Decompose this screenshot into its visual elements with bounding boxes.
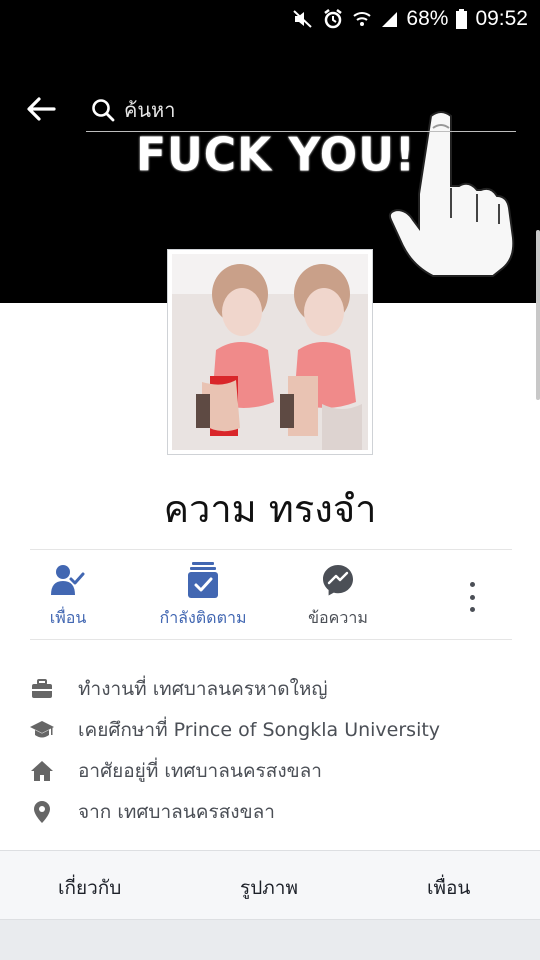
back-arrow-icon	[27, 97, 56, 121]
back-button[interactable]	[24, 94, 58, 124]
intro-item-work[interactable]: ทำงานที่ เทศบาลนครหาดใหญ่	[30, 668, 520, 709]
intro-item-education[interactable]: เคยศึกษาที่ Prince of Songkla University	[30, 709, 520, 750]
more-dot-icon	[469, 594, 475, 600]
message-label: ข้อความ	[308, 608, 368, 627]
status-bar: 68% 09:52	[0, 0, 540, 38]
profile-actions: เพื่อน กำลังติดตาม ข้อความ	[0, 560, 540, 632]
profile-name: ความ ทรงจำ	[163, 487, 377, 531]
intro-section: ทำงานที่ เทศบาลนครหาดใหญ่ เคยศึกษาที่ Pr…	[30, 668, 520, 832]
tab-friends[interactable]: เพื่อน	[427, 873, 470, 903]
search-icon	[92, 98, 115, 121]
tab-about[interactable]: เกี่ยวกับ	[58, 873, 121, 903]
wifi-icon	[352, 9, 372, 29]
tab-photos[interactable]: รูปภาพ	[240, 873, 298, 903]
home-icon	[30, 759, 54, 783]
divider	[30, 639, 512, 640]
intro-text: ทำงานที่ เทศบาลนครหาดใหญ่	[78, 677, 328, 700]
profile-tabs-area: เกี่ยวกับ รูปภาพ เพื่อน	[0, 850, 540, 960]
intro-item-from[interactable]: จาก เทศบาลนครสงขลา	[30, 791, 520, 832]
message-button[interactable]: ข้อความ	[298, 560, 378, 631]
alarm-icon	[322, 8, 344, 30]
battery-percent: 68%	[406, 7, 449, 30]
intro-text: อาศัยอยู่ที่ เทศบาลนครสงขลา	[78, 759, 322, 782]
following-button[interactable]: กำลังติดตาม	[148, 560, 258, 631]
middle-finger-hand-image	[388, 111, 515, 277]
divider	[30, 549, 512, 550]
clock: 09:52	[475, 7, 528, 30]
profile-tabs: เกี่ยวกับ รูปภาพ เพื่อน	[0, 850, 540, 920]
more-dot-icon	[469, 607, 475, 612]
profile-picture[interactable]	[168, 250, 372, 454]
battery-icon	[456, 9, 468, 29]
scrollbar[interactable]	[536, 230, 540, 400]
search-input[interactable]	[124, 97, 484, 122]
following-label: กำลังติดตาม	[159, 608, 247, 627]
following-check-icon	[188, 562, 218, 598]
status-icons: 68% 09:52	[292, 6, 528, 32]
friends-button[interactable]: เพื่อน	[38, 560, 98, 631]
more-options-button[interactable]	[460, 582, 484, 612]
profile-picture-image	[172, 254, 368, 450]
signal-icon	[380, 10, 398, 28]
intro-item-lives-in[interactable]: อาศัยอยู่ที่ เทศบาลนครสงขลา	[30, 750, 520, 791]
friends-label: เพื่อน	[49, 608, 87, 627]
search-bar[interactable]	[86, 88, 516, 132]
mute-icon	[292, 8, 314, 30]
briefcase-icon	[30, 677, 54, 701]
cover-caption: FUCK YOU!	[136, 128, 416, 183]
friends-check-icon	[51, 565, 85, 595]
intro-text: จาก เทศบาลนครสงขลา	[78, 800, 275, 823]
messenger-icon	[323, 565, 353, 596]
location-pin-icon	[30, 800, 54, 824]
graduation-cap-icon	[30, 718, 54, 742]
intro-text: เคยศึกษาที่ Prince of Songkla University	[78, 718, 441, 741]
more-dot-icon	[469, 582, 475, 587]
